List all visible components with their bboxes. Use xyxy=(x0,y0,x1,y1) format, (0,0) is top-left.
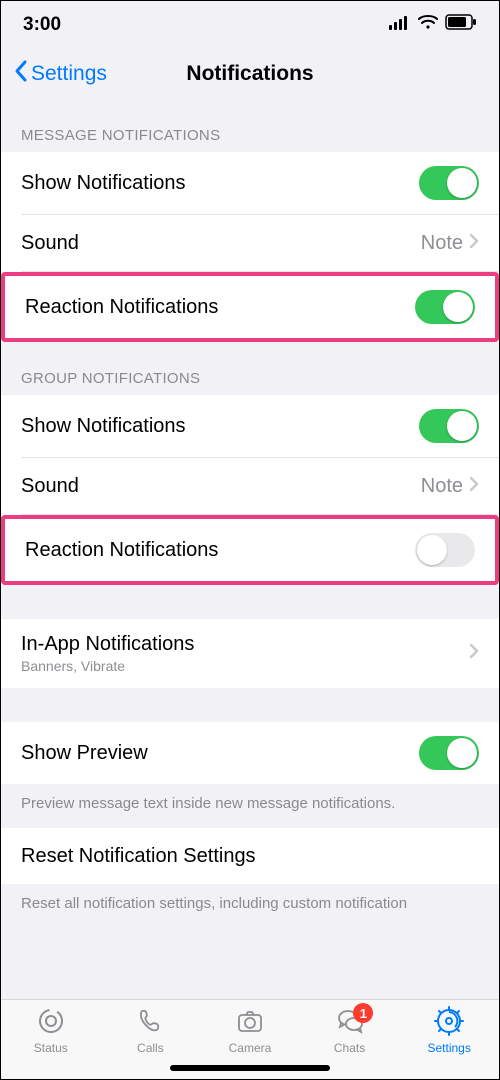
row-label: Show Preview xyxy=(21,742,148,765)
row-value: Note xyxy=(421,232,479,255)
row-grp-sound[interactable]: Sound Note xyxy=(1,458,499,514)
section-header-group: GROUP NOTIFICATIONS xyxy=(1,342,499,395)
chevron-right-icon xyxy=(469,643,479,664)
row-grp-show-notifications[interactable]: Show Notifications xyxy=(1,395,499,457)
row-label: Reaction Notifications xyxy=(25,539,218,562)
row-reset-notification-settings[interactable]: Reset Notification Settings xyxy=(1,828,499,884)
row-label: In-App Notifications xyxy=(21,633,194,656)
row-label: Reset Notification Settings xyxy=(21,845,256,868)
footer-reset: Reset all notification settings, includi… xyxy=(1,884,499,918)
status-bar: 3:00 xyxy=(1,1,499,49)
row-label: Sound xyxy=(21,232,79,255)
spacer xyxy=(1,688,499,722)
home-indicator[interactable] xyxy=(1,1057,499,1079)
row-inapp-notifications[interactable]: In-App Notifications Banners, Vibrate xyxy=(1,619,499,688)
chevron-left-icon xyxy=(13,59,29,89)
toggle-show-preview[interactable] xyxy=(419,736,479,770)
camera-icon xyxy=(235,1006,265,1039)
tab-chats[interactable]: 1 Chats xyxy=(300,1006,400,1055)
status-icons xyxy=(389,14,477,36)
tab-label: Chats xyxy=(334,1041,365,1055)
tab-label: Calls xyxy=(137,1041,164,1055)
toggle-msg-show[interactable] xyxy=(419,166,479,200)
toggle-msg-reaction[interactable] xyxy=(415,290,475,324)
row-msg-reaction-notifications[interactable]: Reaction Notifications xyxy=(1,272,499,342)
row-grp-reaction-notifications[interactable]: Reaction Notifications xyxy=(1,515,499,585)
status-time: 3:00 xyxy=(23,14,61,36)
row-left: In-App Notifications Banners, Vibrate xyxy=(21,633,194,674)
tab-label: Camera xyxy=(229,1041,272,1055)
toggle-grp-show[interactable] xyxy=(419,409,479,443)
tab-calls[interactable]: Calls xyxy=(101,1006,201,1055)
group-preview: Show Preview xyxy=(1,722,499,784)
cellular-icon xyxy=(389,14,411,36)
section-header-message: MESSAGE NOTIFICATIONS xyxy=(1,99,499,152)
row-label: Sound xyxy=(21,475,79,498)
group-message: Show Notifications Sound Note Reaction N… xyxy=(1,152,499,342)
tab-bar: Status Calls Camera 1 Chats Settings xyxy=(1,999,499,1057)
row-label: Show Notifications xyxy=(21,172,186,195)
footer-preview: Preview message text inside new message … xyxy=(1,784,499,828)
tab-camera[interactable]: Camera xyxy=(200,1006,300,1055)
tab-label: Status xyxy=(34,1041,68,1055)
gear-icon xyxy=(434,1006,464,1039)
group-reset: Reset Notification Settings xyxy=(1,828,499,884)
wifi-icon xyxy=(417,14,439,36)
tab-status[interactable]: Status xyxy=(1,1006,101,1055)
spacer xyxy=(1,585,499,619)
tab-label: Settings xyxy=(427,1041,470,1055)
row-label: Reaction Notifications xyxy=(25,296,218,319)
row-value-text: Note xyxy=(421,475,463,498)
back-button[interactable]: Settings xyxy=(13,59,107,89)
battery-icon xyxy=(445,14,477,36)
group-group: Show Notifications Sound Note Reaction N… xyxy=(1,395,499,585)
status-icon xyxy=(36,1006,66,1039)
chats-badge: 1 xyxy=(353,1003,373,1023)
row-value: Note xyxy=(421,475,479,498)
nav-bar: Settings Notifications xyxy=(1,49,499,99)
row-sub: Banners, Vibrate xyxy=(21,658,194,674)
phone-icon xyxy=(135,1006,165,1039)
toggle-grp-reaction[interactable] xyxy=(415,533,475,567)
row-label: Show Notifications xyxy=(21,415,186,438)
row-value-text: Note xyxy=(421,232,463,255)
row-msg-show-notifications[interactable]: Show Notifications xyxy=(1,152,499,214)
back-label: Settings xyxy=(31,62,107,86)
row-msg-sound[interactable]: Sound Note xyxy=(1,215,499,271)
screen: 3:00 Settings Notifications MESSAGE NOTI… xyxy=(1,1,499,1079)
chevron-right-icon xyxy=(469,232,479,255)
group-inapp: In-App Notifications Banners, Vibrate xyxy=(1,619,499,688)
tab-settings[interactable]: Settings xyxy=(399,1006,499,1055)
chevron-right-icon xyxy=(469,475,479,498)
row-show-preview[interactable]: Show Preview xyxy=(1,722,499,784)
